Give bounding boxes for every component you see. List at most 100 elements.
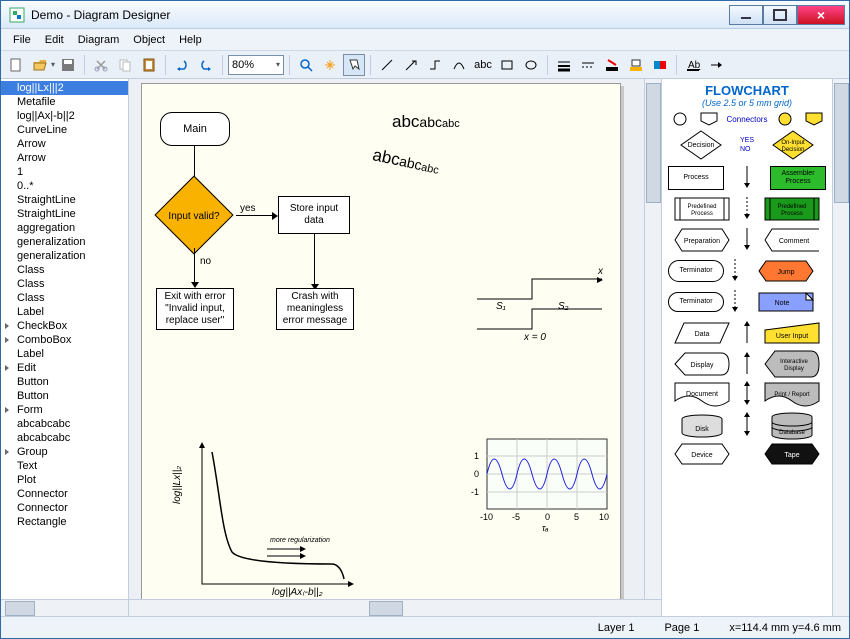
connector-tool[interactable] [424,54,446,76]
close-button[interactable]: × [797,5,845,25]
connector-circle2-icon[interactable] [778,112,792,126]
list-item[interactable]: CurveLine [1,123,128,137]
userinput-tool[interactable]: User Input [758,322,826,344]
process-tool[interactable]: Process [668,166,724,190]
list-item[interactable]: Class [1,291,128,305]
menu-object[interactable]: Object [127,32,171,48]
maximize-button[interactable] [763,5,797,25]
curve-tool[interactable] [448,54,470,76]
text-sample-1[interactable]: abcabcabc [392,112,460,132]
fill-color-tool[interactable] [625,54,647,76]
list-item[interactable]: Button [1,389,128,403]
line-width-tool[interactable] [553,54,575,76]
list-item[interactable]: Plot [1,473,128,487]
zoom-tool[interactable] [295,54,317,76]
crash-box[interactable]: Crash with meaningless error message [276,288,354,330]
step-diagram[interactable]: S₁ S₂ x x = 0 [472,274,612,344]
decision-shape-tool[interactable]: Decision [668,129,734,161]
new-button[interactable] [5,54,27,76]
tape-tool[interactable]: Tape [758,443,826,465]
start-terminator[interactable]: Main [160,112,230,146]
list-item[interactable]: log||Lx|||2 [1,81,128,95]
list-item[interactable]: Connector [1,487,128,501]
list-item[interactable]: abcabcabc [1,417,128,431]
status-page[interactable]: Page 1 [664,622,699,634]
menu-edit[interactable]: Edit [39,32,70,48]
predef-process-tool[interactable]: PredefinedProcess [668,197,736,221]
list-item[interactable]: Label [1,347,128,361]
zoom-combo[interactable]: 80%▾ [228,55,284,75]
canvas[interactable]: Main Input valid? yes Store input data n… [129,79,661,599]
cut-button[interactable] [90,54,112,76]
save-button[interactable] [57,54,79,76]
terminator-tool[interactable]: Terminator [668,260,724,282]
list-item[interactable]: Arrow [1,137,128,151]
list-item[interactable]: 0..* [1,179,128,193]
minimize-button[interactable] [729,5,763,25]
palette-vscroll[interactable] [832,79,849,616]
pan-tool[interactable] [319,54,341,76]
line-color-tool[interactable] [601,54,623,76]
list-item[interactable]: StraightLine [1,207,128,221]
list-item[interactable]: StraightLine [1,193,128,207]
list-item[interactable]: Arrow [1,151,128,165]
text-color-tool[interactable]: Ab [682,54,704,76]
open-dropdown-icon[interactable]: ▾ [51,60,55,69]
interactive-tool[interactable]: InteractiveDisplay [758,350,826,378]
arrow-tool[interactable] [400,54,422,76]
list-item[interactable]: Connector [1,501,128,515]
list-item[interactable]: Rectangle [1,515,128,529]
arrowend-tool[interactable] [706,54,728,76]
menu-diagram[interactable]: Diagram [72,32,126,48]
menu-help[interactable]: Help [173,32,208,48]
lcurve-plot[interactable]: log||Lx||₂ log||Ax₍-b||₂ more regulariza… [172,434,362,599]
list-item[interactable]: generalization [1,235,128,249]
status-layer[interactable]: Layer 1 [598,622,635,634]
list-item[interactable]: Button [1,375,128,389]
list-item[interactable]: CheckBox [1,319,128,333]
list-item[interactable]: ComboBox [1,333,128,347]
list-item[interactable]: Metafile [1,95,128,109]
list-item[interactable]: Class [1,277,128,291]
list-item[interactable]: generalization [1,249,128,263]
copy-button[interactable] [114,54,136,76]
store-box[interactable]: Store input data [278,196,350,234]
menu-file[interactable]: File [7,32,37,48]
list-item[interactable]: log||Ax|-b||2 [1,109,128,123]
list-item[interactable]: 1 [1,165,128,179]
open-button[interactable] [29,54,51,76]
list-item[interactable]: Edit [1,361,128,375]
display-tool[interactable]: Display [668,352,736,376]
terminator2-tool[interactable]: Terminator [668,292,724,312]
gradient-tool[interactable] [649,54,671,76]
database-tool[interactable]: Database [758,412,826,440]
redo-button[interactable] [195,54,217,76]
oninput-decision-tool[interactable]: On-InputDecision [760,129,826,161]
undo-button[interactable] [171,54,193,76]
list-item[interactable]: Class [1,263,128,277]
document-tool[interactable]: Document [668,382,736,408]
predef-process2-tool[interactable]: PredefinedProcess [758,197,826,221]
list-item[interactable]: Group [1,445,128,459]
list-item[interactable]: aggregation [1,221,128,235]
print-tool[interactable]: Print / Report [758,382,826,408]
list-item[interactable]: Label [1,305,128,319]
sine-plot[interactable]: 1 0 -1 -10 -5 0 5 10 τₐ [462,434,612,544]
sidebar-hscroll[interactable] [1,599,128,616]
ellipse-tool[interactable] [520,54,542,76]
preparation-tool[interactable]: Preparation [668,228,736,252]
disk-tool[interactable]: Disk [668,414,736,438]
data-tool[interactable]: Data [668,322,736,344]
rect-tool[interactable] [496,54,518,76]
connector-home-icon[interactable] [700,112,718,126]
comment-tool[interactable]: Comment [758,228,826,252]
note-tool[interactable]: Note [746,292,826,312]
object-list[interactable]: log||Lx|||2Metafilelog||Ax|-b||2CurveLin… [1,79,128,599]
text-tool[interactable]: abc [472,54,494,76]
line-tool[interactable] [376,54,398,76]
exit-box[interactable]: Exit with error "Invalid input, replace … [156,288,234,330]
canvas-vscroll[interactable] [644,79,661,599]
line-style-tool[interactable] [577,54,599,76]
connector-circle-icon[interactable] [673,112,687,126]
text-sample-2[interactable]: abcabcabc [371,145,441,179]
